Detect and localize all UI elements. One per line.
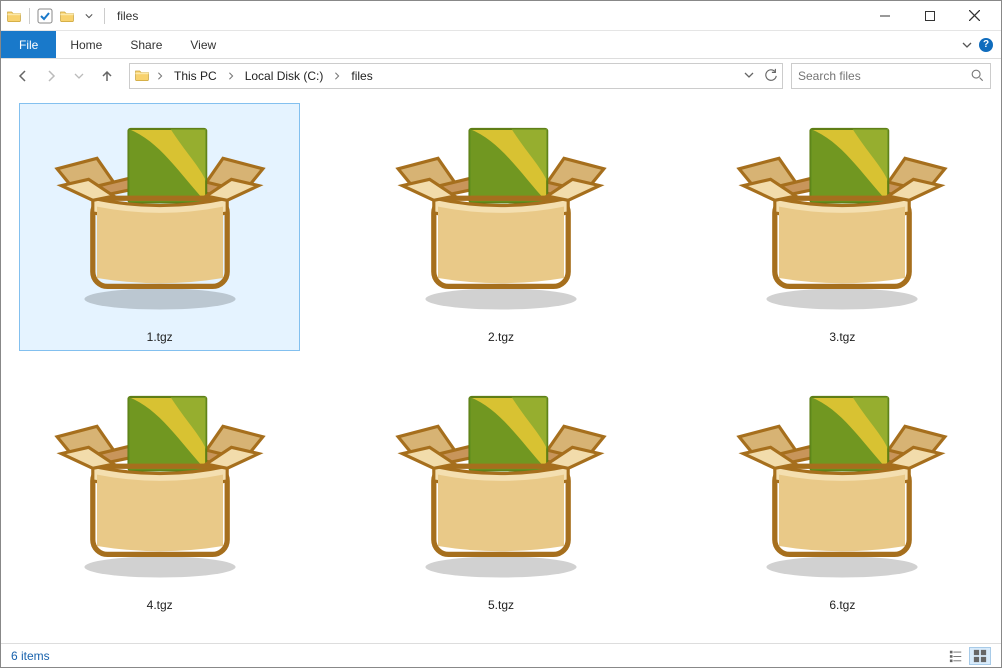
ribbon-tab-share[interactable]: Share bbox=[116, 31, 176, 58]
file-item[interactable]: 4.tgz bbox=[19, 371, 300, 619]
details-view-button[interactable] bbox=[945, 647, 967, 665]
nav-row: This PC Local Disk (C:) files bbox=[1, 59, 1001, 93]
folder-qat-icon[interactable] bbox=[58, 7, 76, 25]
nav-recent-dropdown[interactable] bbox=[71, 68, 87, 84]
file-item[interactable]: 3.tgz bbox=[702, 103, 983, 351]
breadcrumb-seg-this-pc[interactable]: This PC bbox=[170, 67, 221, 85]
folder-small-icon bbox=[5, 7, 23, 25]
file-label: 5.tgz bbox=[488, 598, 514, 612]
archive-icon bbox=[732, 110, 952, 320]
search-input[interactable] bbox=[798, 69, 970, 83]
properties-qat-icon[interactable] bbox=[36, 7, 54, 25]
breadcrumb-seg-folder[interactable]: files bbox=[347, 67, 376, 85]
chevron-right-icon[interactable] bbox=[225, 69, 237, 83]
file-label: 1.tgz bbox=[147, 330, 173, 344]
refresh-button[interactable] bbox=[764, 68, 778, 85]
chevron-right-icon[interactable] bbox=[331, 69, 343, 83]
ribbon-tabs: File Home Share View ? bbox=[1, 31, 1001, 59]
ribbon-toggle-icon[interactable] bbox=[961, 39, 973, 51]
maximize-button[interactable] bbox=[907, 1, 952, 31]
chevron-right-icon[interactable] bbox=[154, 69, 166, 83]
help-icon[interactable]: ? bbox=[979, 38, 993, 52]
ribbon-tab-view[interactable]: View bbox=[176, 31, 230, 58]
search-icon[interactable] bbox=[970, 68, 984, 85]
close-button[interactable] bbox=[952, 1, 997, 31]
file-label: 4.tgz bbox=[147, 598, 173, 612]
file-item[interactable]: 5.tgz bbox=[360, 371, 641, 619]
breadcrumb-seg-drive[interactable]: Local Disk (C:) bbox=[241, 67, 328, 85]
file-item[interactable]: 6.tgz bbox=[702, 371, 983, 619]
ribbon-tab-home[interactable]: Home bbox=[56, 31, 116, 58]
search-box[interactable] bbox=[791, 63, 991, 89]
separator bbox=[29, 8, 30, 24]
ribbon-tab-file[interactable]: File bbox=[1, 31, 56, 58]
archive-icon bbox=[391, 110, 611, 320]
file-item[interactable]: 1.tgz bbox=[19, 103, 300, 351]
nav-forward-button[interactable] bbox=[43, 68, 59, 84]
window-title: files bbox=[117, 9, 138, 23]
file-label: 6.tgz bbox=[829, 598, 855, 612]
nav-up-button[interactable] bbox=[99, 68, 115, 84]
file-label: 3.tgz bbox=[829, 330, 855, 344]
minimize-button[interactable] bbox=[862, 1, 907, 31]
file-item[interactable]: 2.tgz bbox=[360, 103, 641, 351]
archive-icon bbox=[50, 110, 270, 320]
separator bbox=[104, 8, 105, 24]
archive-icon bbox=[50, 378, 270, 588]
qat-customize-dropdown[interactable] bbox=[80, 7, 98, 25]
archive-icon bbox=[732, 378, 952, 588]
file-pane[interactable]: 1.tgz 2.tgz 3.tgz 4.tgz 5.tgz 6.tgz bbox=[1, 93, 1001, 643]
file-label: 2.tgz bbox=[488, 330, 514, 344]
titlebar: files bbox=[1, 1, 1001, 31]
status-item-count: 6 items bbox=[11, 649, 50, 663]
folder-small-icon bbox=[134, 67, 150, 86]
thumbnails-view-button[interactable] bbox=[969, 647, 991, 665]
status-bar: 6 items bbox=[1, 643, 1001, 667]
address-history-dropdown[interactable] bbox=[744, 69, 754, 83]
archive-icon bbox=[391, 378, 611, 588]
address-bar[interactable]: This PC Local Disk (C:) files bbox=[129, 63, 783, 89]
nav-back-button[interactable] bbox=[15, 68, 31, 84]
